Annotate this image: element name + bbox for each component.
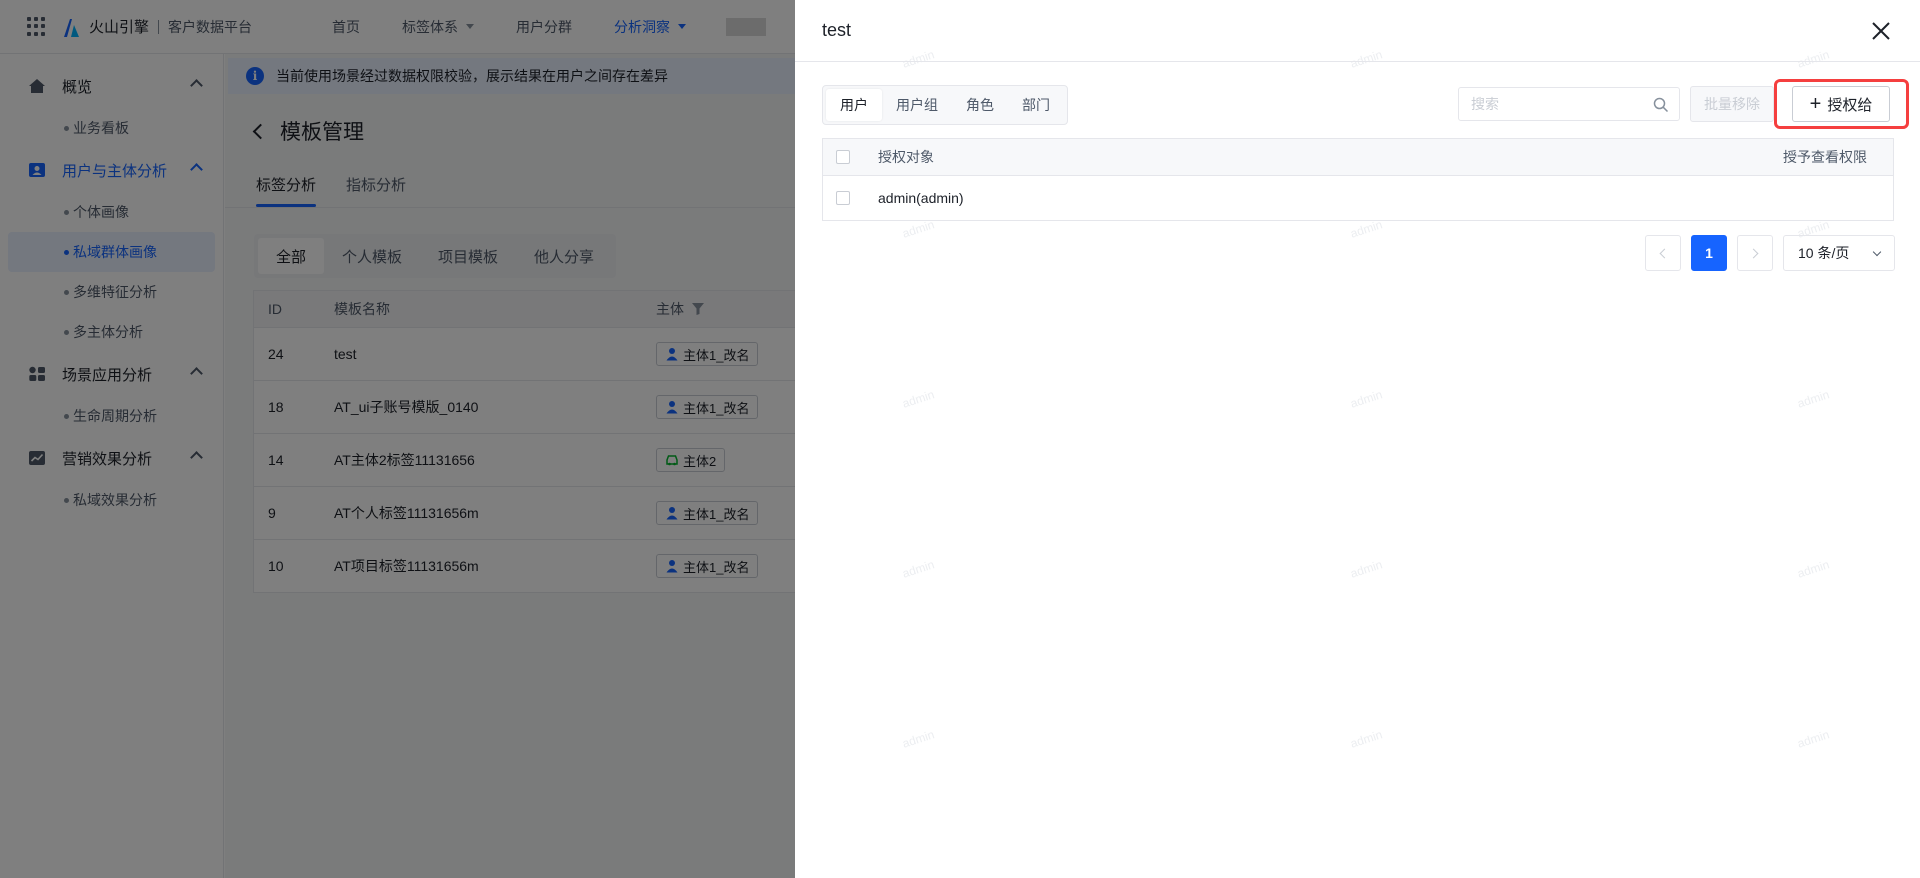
search-box [1458,87,1680,121]
segment-user[interactable]: 用户 [826,89,882,121]
page-number-button[interactable]: 1 [1691,235,1727,271]
permission-drawer: admin admin admin admin admin admin admi… [795,0,1920,878]
column-header-permission: 授予查看权限 [1783,149,1867,165]
drawer-header: test [795,0,1920,62]
prev-page-button[interactable] [1645,235,1681,271]
watermark: admin [1795,727,1832,751]
table-header: 授权对象 授予查看权限 [823,139,1893,175]
segment-department[interactable]: 部门 [1008,89,1064,121]
page-size-select[interactable]: 10 条/页 [1783,235,1895,271]
search-input[interactable] [1471,96,1641,112]
next-page-button[interactable] [1737,235,1773,271]
pagination: 1 10 条/页 [1645,235,1895,271]
drawer-title: test [822,20,852,40]
search-icon[interactable] [1653,97,1669,113]
table-row: admin(admin) [823,175,1893,220]
grant-to-button[interactable]: + 授权给 [1792,86,1890,122]
select-all-checkbox[interactable] [836,150,850,164]
chevron-right-icon [1748,248,1759,258]
segment-role[interactable]: 角色 [952,89,1008,121]
bulk-remove-button[interactable]: 批量移除 [1690,86,1774,122]
modal-overlay[interactable] [0,0,795,878]
watermark: admin [1348,387,1385,411]
watermark: admin [1795,557,1832,581]
row-checkbox[interactable] [836,191,850,205]
watermark: admin [900,387,937,411]
chevron-down-icon [1872,247,1882,257]
watermark: admin [900,727,937,751]
watermark: admin [900,557,937,581]
segment-user-group[interactable]: 用户组 [882,89,952,121]
chevron-left-icon [1659,248,1670,258]
close-icon[interactable] [1870,20,1892,42]
watermark: admin [1348,557,1385,581]
watermark: admin [1348,727,1385,751]
grantee-type-segment: 用户 用户组 角色 部门 [822,85,1068,125]
grantee-table: 授权对象 授予查看权限 admin(admin) [822,138,1894,221]
plus-icon: + [1809,93,1822,115]
grantee-name: admin(admin) [878,190,964,206]
watermark: admin [1795,387,1832,411]
column-header-object: 授权对象 [878,149,934,165]
